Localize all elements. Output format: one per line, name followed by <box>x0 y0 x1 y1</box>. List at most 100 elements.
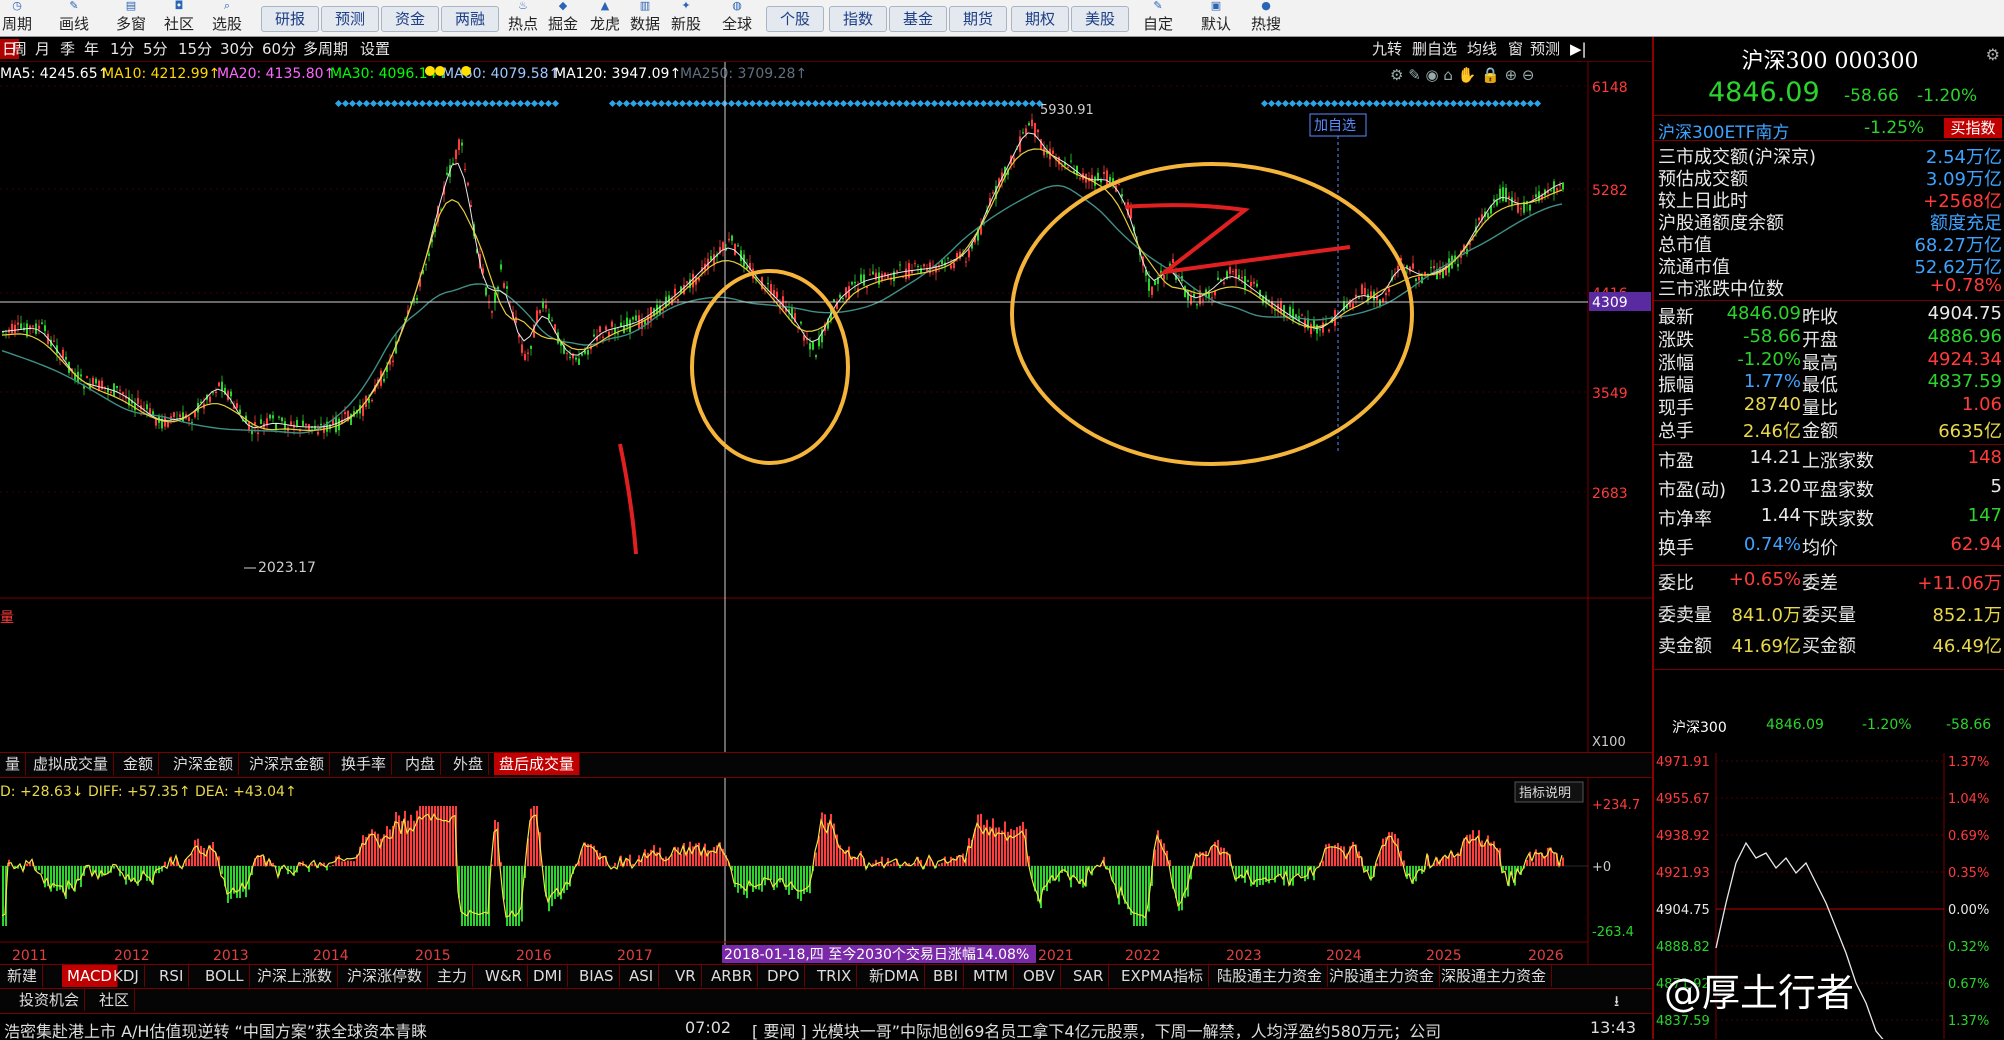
period-year[interactable]: 年 <box>84 39 99 59</box>
tab-hs-amount[interactable]: 沪深金额 <box>168 753 239 775</box>
tab-after-hours[interactable]: 盘后成交量 <box>494 753 580 775</box>
fund-flow-button[interactable]: 资金 <box>381 6 439 32</box>
candle-body <box>1103 172 1105 174</box>
indicator-tab[interactable]: MTM <box>968 965 1014 987</box>
add-watch-label[interactable]: 加自选 <box>1314 118 1356 134</box>
toolbar-draw[interactable]: ✎画线 <box>55 0 93 36</box>
margin-button[interactable]: 两融 <box>441 6 499 32</box>
candle-body <box>416 298 418 300</box>
news-ticker[interactable]: 浩密集赴港上市 A/H估值现逆转 “中国方案”获全球资本青睐 07:02 [ 要… <box>0 1013 1652 1040</box>
period-multi[interactable]: 多周期 <box>303 39 348 59</box>
macd-bar <box>407 821 409 866</box>
forecast-button[interactable]: 预测 <box>321 6 379 32</box>
toolbar-custom[interactable]: ✎自定 <box>1140 0 1176 36</box>
indicator-tab[interactable]: 深股通主力资金 <box>1436 965 1552 987</box>
nine-turn-button[interactable]: 九转 <box>1372 39 1402 59</box>
funds-button[interactable]: 基金 <box>889 6 947 32</box>
signal-dot <box>707 100 714 107</box>
signal-dot <box>1485 100 1492 107</box>
intraday-price-tick: 4938.92 <box>1656 829 1710 844</box>
period-5min[interactable]: 5分 <box>143 39 168 59</box>
tab-community[interactable]: 社区 <box>94 989 135 1011</box>
toolbar-data[interactable]: ▥数据 <box>627 0 663 36</box>
us-stocks-button[interactable]: 美股 <box>1071 6 1129 32</box>
indicator-help-label[interactable]: 指标说明 <box>1519 786 1571 801</box>
indicator-tab[interactable]: SAR <box>1068 965 1109 987</box>
tab-turnover[interactable]: 换手率 <box>336 753 392 775</box>
tab-inner[interactable]: 内盘 <box>400 753 441 775</box>
indicator-tab[interactable]: RSI <box>154 965 189 987</box>
toolbar-dragon-tiger[interactable]: ▲龙虎 <box>587 0 623 36</box>
period-1min[interactable]: 1分 <box>110 39 135 59</box>
indicator-tab[interactable]: BBI <box>928 965 964 987</box>
indicator-tab[interactable]: DMI <box>528 965 568 987</box>
news-headline[interactable]: [ 要闻 ] 光模块一哥”中际旭创69名员工拿下4亿元股票，下周一解禁，人均浮盈… <box>752 1018 1441 1040</box>
forecast-toggle[interactable]: 预测 <box>1530 39 1560 59</box>
indicator-tab[interactable]: OBV <box>1018 965 1061 987</box>
period-quarter[interactable]: 季 <box>60 39 75 59</box>
period-week[interactable]: 周 <box>12 39 27 59</box>
settings-icon[interactable]: ⚙ <box>1986 45 2000 64</box>
options-button[interactable]: 期权 <box>1011 6 1069 32</box>
indicator-tab[interactable]: 主力 <box>432 965 473 987</box>
indicator-tab[interactable]: KDJ <box>108 965 145 987</box>
toolbar-dig[interactable]: ◆掘金 <box>545 0 581 36</box>
toolbar-global[interactable]: ◍全球 <box>719 0 755 36</box>
period-15min[interactable]: 15分 <box>178 39 212 59</box>
tab-virtual-volume[interactable]: 虚拟成交量 <box>28 753 114 775</box>
toolbar-hotspot[interactable]: ♨热点 <box>505 0 541 36</box>
candle-body <box>452 163 454 164</box>
toolbar-default[interactable]: ▣默认 <box>1198 0 1234 36</box>
indicator-tab[interactable]: EXPMA指标 <box>1116 965 1209 987</box>
window-button[interactable]: 窗 <box>1508 39 1523 59</box>
remove-watch-button[interactable]: 删自选 <box>1412 39 1457 59</box>
candle-body <box>722 242 724 250</box>
quote-row: 市盈14.21上涨家数148 <box>1654 447 2004 469</box>
tab-volume[interactable]: 量 <box>0 753 26 775</box>
indicator-tab[interactable]: ARBR <box>706 965 758 987</box>
pen-icon: ✎ <box>55 0 93 14</box>
indicator-tab[interactable]: 新DMA <box>864 965 925 987</box>
toolbar-ipo[interactable]: ✦新股 <box>668 0 704 36</box>
tab-hsj-amount[interactable]: 沪深京金额 <box>244 753 330 775</box>
tab-investment-chance[interactable]: 投资机会 <box>14 989 85 1011</box>
period-30min[interactable]: 30分 <box>220 39 254 59</box>
ma-button[interactable]: 均线 <box>1467 39 1497 59</box>
period-60min[interactable]: 60分 <box>262 39 296 59</box>
stocks-button[interactable]: 个股 <box>766 6 824 32</box>
indicator-tab[interactable]: 沪股通主力资金 <box>1324 965 1440 987</box>
tab-outer[interactable]: 外盘 <box>448 753 489 775</box>
indicator-tab[interactable]: BOLL <box>200 965 250 987</box>
news-headline[interactable]: 浩密集赴港上市 A/H估值现逆转 “中国方案”获全球资本青睐 <box>4 1018 427 1040</box>
indicator-tab[interactable]: BIAS <box>574 965 620 987</box>
indicator-tab[interactable]: 陆股通主力资金 <box>1212 965 1328 987</box>
toolbar-period[interactable]: ◷周期 <box>0 0 34 36</box>
indicator-tab[interactable]: DPO <box>762 965 805 987</box>
macd-tick-zero: +0 <box>1592 860 1611 875</box>
chart-tools-icon[interactable]: ⚙ ✎ ◉ ⌂ ✋ 🔒 ⊕ ⊖ <box>1390 66 1535 84</box>
buy-index-button[interactable]: 买指数 <box>1944 118 2002 138</box>
toolbar-community[interactable]: ◘社区 <box>160 0 198 36</box>
kline-chart[interactable]: 6148 5282 4416 3549 2683 4309 5930.91 20… <box>0 62 1652 1030</box>
signal-marker <box>425 66 435 76</box>
indicator-tab[interactable]: ASI <box>624 965 659 987</box>
futures-button[interactable]: 期货 <box>949 6 1007 32</box>
period-settings[interactable]: 设置 <box>360 39 390 59</box>
candle-body <box>1364 288 1366 295</box>
macd-bar <box>980 814 982 866</box>
macd-bar <box>824 814 826 866</box>
indicator-tab[interactable]: VR <box>670 965 702 987</box>
index-button[interactable]: 指数 <box>829 6 887 32</box>
toolbar-stock-picker[interactable]: ⌕选股 <box>208 0 246 36</box>
research-button[interactable]: 研报 <box>261 6 319 32</box>
toolbar-hot-search[interactable]: ●热搜 <box>1248 0 1284 36</box>
tab-amount[interactable]: 金额 <box>118 753 159 775</box>
indicator-tab[interactable]: 新建 <box>2 965 43 987</box>
toolbar-multiwindow[interactable]: ▤多窗 <box>112 0 150 36</box>
indicator-tab[interactable]: 沪深上涨数 <box>252 965 338 987</box>
indicator-tab[interactable]: W&R <box>480 965 528 987</box>
period-month[interactable]: 月 <box>35 39 50 59</box>
indicator-tab[interactable]: 沪深涨停数 <box>342 965 428 987</box>
indicator-tab[interactable]: TRIX <box>812 965 857 987</box>
collapse-icon[interactable]: ▶| <box>1570 39 1587 59</box>
